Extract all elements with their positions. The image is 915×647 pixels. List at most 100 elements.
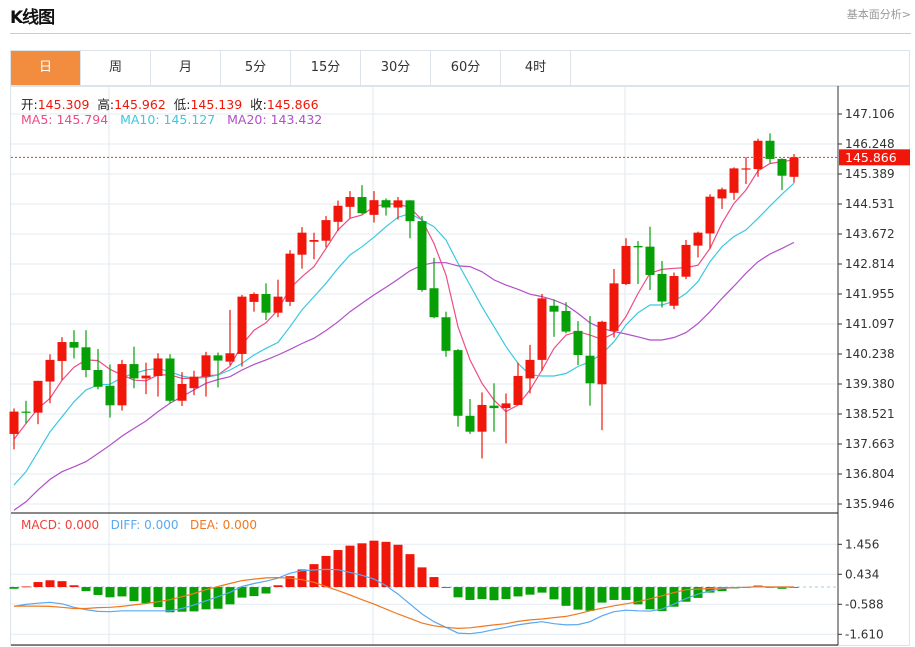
ma10-line [13,182,795,486]
macd-bar [417,567,427,588]
macd-bar [225,587,235,605]
candle-up [753,140,763,170]
candle-down [429,288,439,318]
candle-down [357,197,367,214]
candle-down [381,200,391,208]
macd-bar [453,587,463,598]
macd-bar [117,587,127,597]
ma20-value: MA20: 143.432 [227,112,323,127]
macd-bar [261,587,271,594]
macd-bar [621,587,631,600]
candle-up [297,232,307,255]
candle-down [129,364,139,379]
price-tick-label: 145.389 [845,167,895,181]
macd-tick-label: 1.456 [845,537,879,551]
macd-bar [273,585,283,588]
ma5-value: MA5: 145.794 [21,112,109,127]
candle-down [81,347,91,371]
price-tick-label: 139.380 [845,377,895,391]
price-tick-label: 147.106 [845,107,895,121]
candle-up [729,168,739,193]
candle-down [69,342,79,348]
low-label: 低: [173,97,191,112]
last-price-label: 145.866 [845,150,897,165]
candle-down [765,140,775,159]
macd-bar [441,587,451,588]
open-value: 145.309 [37,97,90,112]
price-tick-label: 141.955 [845,287,895,301]
macd-value: MACD: 0.000 [21,518,100,532]
macd-bar [153,587,163,608]
macd-bar [57,581,67,588]
dea-value: DEA: 0.000 [189,518,257,532]
candle-up [309,240,319,242]
macd-bar [81,587,91,592]
candle-down [93,370,103,387]
macd-info: MACD: 0.000 DIFF: 0.000 DEA: 0.000 [21,518,257,532]
macd-bar [33,582,43,588]
candle-up [237,296,247,354]
candle-down [585,355,595,384]
candle-up [249,294,259,302]
macd-bar [393,544,403,588]
macd-bar [609,587,619,600]
candle-down [561,310,571,332]
candle-up [669,276,679,306]
macd-bar [489,587,499,601]
candle-up [45,359,55,382]
candle-down [417,221,427,290]
price-tick-label: 141.097 [845,317,895,331]
candle-up [609,283,619,331]
ohlc-info: 开:145.309 高:145.962 低:145.139 收:145.866 [21,94,319,113]
candle-down [777,158,787,176]
candle-down [405,200,415,222]
macd-bar [573,587,583,610]
macd-bar [501,587,511,600]
candle-up [597,321,607,385]
macd-bar [513,587,523,597]
macd-bar [465,587,475,600]
macd-bar [585,587,595,611]
candle-up [513,375,523,405]
macd-bar [333,550,343,588]
macd-tick-label: -1.610 [845,627,884,641]
candle-up [477,404,487,432]
price-tick-label: 143.672 [845,227,895,241]
candle-up [717,189,727,199]
macd-bar [561,587,571,606]
macd-bar [369,540,379,588]
macd-bar [9,587,19,589]
high-label: 高: [97,97,115,112]
candle-down [261,294,271,313]
candle-down [465,415,475,432]
candle-up [537,298,547,360]
candle-up [225,353,235,362]
macd-bar [537,587,547,593]
macd-bar [525,587,535,595]
candle-down [645,246,655,275]
candle-up [741,168,751,170]
macd-bar [21,586,31,588]
candle-up [117,364,127,406]
price-tick-label: 135.946 [845,497,895,511]
candle-up [273,296,283,313]
close-value: 145.866 [266,97,319,112]
candle-down [633,245,643,248]
open-label: 开: [21,97,38,112]
macd-bar [357,543,367,588]
candle-up [201,355,211,377]
candle-up [321,220,331,241]
candle-up [693,232,703,246]
candle-up [789,157,799,177]
high-value: 145.962 [114,97,166,112]
ma10-value: MA10: 145.127 [120,112,216,127]
candle-down [105,385,115,406]
macd-bar [189,587,199,612]
candle-up [153,358,163,376]
candle-down [453,350,463,416]
price-tick-label: 137.663 [845,437,895,451]
candle-down [489,405,499,409]
macd-bar [381,541,391,588]
candle-up [333,205,343,222]
macd-tick-label: 0.434 [845,567,879,581]
